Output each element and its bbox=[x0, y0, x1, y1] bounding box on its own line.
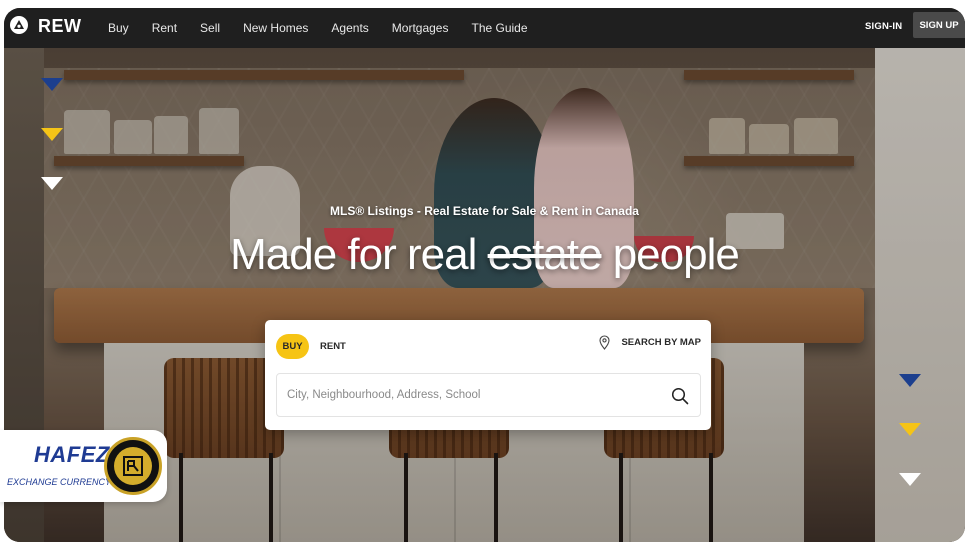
blue-triangle-icon bbox=[41, 78, 63, 91]
blue-triangle-icon bbox=[899, 374, 921, 387]
nav-item-the-guide[interactable]: The Guide bbox=[471, 21, 527, 35]
seal-icon bbox=[104, 437, 162, 495]
nav-item-agents[interactable]: Agents bbox=[331, 21, 368, 35]
top-navigation: REW Buy Rent Sell New Homes Agents Mortg… bbox=[4, 8, 965, 48]
tab-buy[interactable]: BUY bbox=[276, 334, 309, 359]
search-by-map-label: SEARCH BY MAP bbox=[621, 337, 701, 348]
white-triangle-icon bbox=[899, 473, 921, 486]
map-pin-icon bbox=[599, 335, 611, 350]
logo-glyph bbox=[14, 20, 24, 29]
tab-rent[interactable]: RENT bbox=[320, 341, 346, 352]
nav-item-mortgages[interactable]: Mortgages bbox=[392, 21, 449, 35]
signup-button[interactable]: SIGN UP bbox=[913, 12, 965, 38]
headline-struck-word: estate bbox=[487, 230, 603, 279]
search-card: BUY RENT SEARCH BY MAP bbox=[265, 320, 711, 430]
logo-title: HAFEZ bbox=[34, 442, 110, 467]
search-input[interactable] bbox=[287, 389, 657, 401]
yellow-triangle-icon bbox=[899, 423, 921, 436]
search-icon[interactable] bbox=[670, 386, 690, 406]
nav-item-sell[interactable]: Sell bbox=[200, 21, 220, 35]
nav-item-rent[interactable]: Rent bbox=[152, 21, 177, 35]
rew-logo-icon[interactable] bbox=[10, 16, 28, 34]
nav-item-new-homes[interactable]: New Homes bbox=[243, 21, 308, 35]
hero-headline: Made for real estate people bbox=[4, 230, 965, 280]
search-by-map-link[interactable]: SEARCH BY MAP bbox=[599, 335, 701, 350]
search-field-container bbox=[276, 373, 701, 417]
signin-link[interactable]: SIGN-IN bbox=[865, 21, 902, 32]
headline-start: Made for real bbox=[230, 230, 488, 279]
yellow-triangle-icon bbox=[41, 128, 63, 141]
seal-monogram-icon bbox=[123, 456, 143, 476]
main-nav: Buy Rent Sell New Homes Agents Mortgages… bbox=[108, 8, 551, 48]
logo-subtitle: EXCHANGE CURRENCY bbox=[7, 477, 112, 487]
hero-kicker: MLS® Listings - Real Estate for Sale & R… bbox=[330, 204, 639, 218]
seal-center bbox=[114, 447, 152, 485]
headline-end: people bbox=[601, 230, 740, 279]
hafez-exchange-logo: HAFEZ EXCHANGE CURRENCY bbox=[0, 430, 167, 502]
brand-name[interactable]: REW bbox=[38, 16, 82, 37]
white-triangle-icon bbox=[41, 177, 63, 190]
nav-item-buy[interactable]: Buy bbox=[108, 21, 129, 35]
